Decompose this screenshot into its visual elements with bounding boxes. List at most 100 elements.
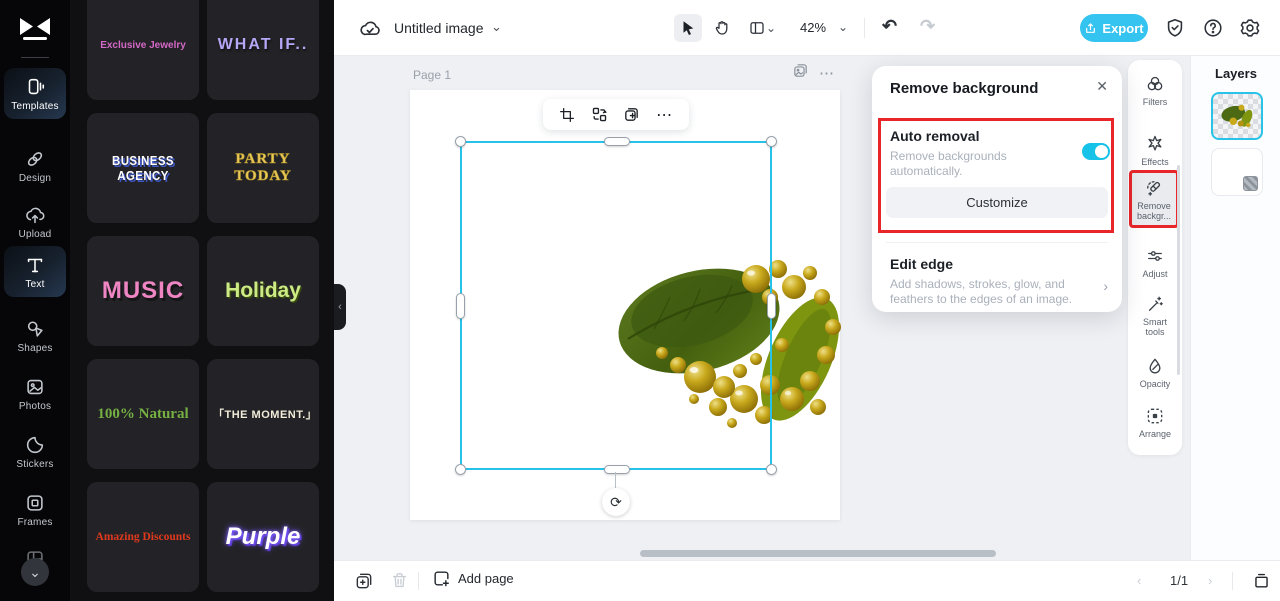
sidebar-item-label: Templates xyxy=(11,101,59,112)
layer-thumbnail-background[interactable] xyxy=(1211,148,1263,196)
template-card[interactable]: Holiday xyxy=(207,236,319,346)
sidebar-expand-button[interactable]: ⌄ xyxy=(21,558,49,586)
chevron-down-icon: ⌄ xyxy=(765,21,777,35)
chevron-down-icon[interactable]: ⌄ xyxy=(838,20,848,34)
chevron-down-icon[interactable]: ⌄ xyxy=(491,19,502,35)
canvas-size-button[interactable]: ⌄ xyxy=(744,14,780,42)
toolbar-item-filters[interactable]: Filters xyxy=(1131,70,1179,111)
template-text: Amazing Discounts xyxy=(95,531,191,543)
toolbar-item-label: Opacity xyxy=(1139,379,1171,389)
toolbar-item-effects[interactable]: Effects xyxy=(1131,130,1179,171)
divider xyxy=(886,242,1108,243)
document-title[interactable]: Untitled image xyxy=(394,20,484,36)
sidebar-item-stickers[interactable]: Stickers xyxy=(4,426,66,477)
replace-button[interactable] xyxy=(591,106,608,123)
template-card[interactable]: 「THE MOMENT.」 xyxy=(207,359,319,469)
sidebar-item-photos[interactable]: Photos xyxy=(4,368,66,419)
toolbar-item-arrange[interactable]: Arrange xyxy=(1131,402,1179,443)
select-tool-button[interactable] xyxy=(674,14,702,42)
shield-check-icon[interactable] xyxy=(1164,17,1188,41)
delete-page-button[interactable] xyxy=(390,571,410,591)
customize-button[interactable]: Customize xyxy=(886,187,1108,218)
left-sidebar: Templates Design Upload Text Shapes Phot… xyxy=(0,0,70,601)
auto-removal-description: Remove backgrounds automatically. xyxy=(890,149,1007,178)
topbar: Untitled image ⌄ ⌄ 42% ⌄ ↶ ↷ Export xyxy=(334,0,1280,56)
rotate-icon: ⟳ xyxy=(610,493,622,510)
help-icon[interactable] xyxy=(1202,17,1226,41)
sidebar-item-label: Frames xyxy=(17,517,53,528)
rotate-handle[interactable]: ⟳ xyxy=(602,488,630,516)
sidebar-item-text[interactable]: Text xyxy=(4,246,66,297)
toolbar-item-smart-tools[interactable]: Smart tools xyxy=(1131,290,1179,341)
export-button[interactable]: Export xyxy=(1080,14,1148,42)
divider xyxy=(21,57,49,58)
close-icon[interactable]: ✕ xyxy=(1096,78,1108,95)
page-indicator: 1/1 xyxy=(1170,573,1189,588)
duplicate-button[interactable] xyxy=(623,106,640,123)
template-grid: Exclusive Jewelry WHAT IF.. BUSINESS AGE… xyxy=(87,0,319,601)
resize-handle-bottom-right[interactable] xyxy=(766,464,777,475)
copy-page-icon[interactable] xyxy=(792,62,809,84)
auto-removal-toggle[interactable] xyxy=(1082,143,1110,160)
template-card[interactable]: Purple xyxy=(207,482,319,592)
text-templates-panel[interactable]: Exclusive Jewelry WHAT IF.. BUSINESS AGE… xyxy=(70,0,334,601)
resize-handle-top-right[interactable] xyxy=(766,136,777,147)
horizontal-scrollbar[interactable] xyxy=(640,550,996,557)
sidebar-item-frames[interactable]: Frames xyxy=(4,484,66,535)
capcut-logo-icon[interactable] xyxy=(17,12,53,46)
sidebar-item-templates[interactable]: Templates xyxy=(4,68,66,119)
settings-icon[interactable] xyxy=(1239,17,1263,41)
resize-handle-right[interactable] xyxy=(767,293,776,319)
app-window: Templates Design Upload Text Shapes Phot… xyxy=(0,0,1280,601)
hand-tool-button[interactable] xyxy=(708,14,736,42)
resize-handle-bottom[interactable] xyxy=(604,465,630,474)
template-card[interactable]: BUSINESS AGENCY xyxy=(87,113,199,223)
toolbar-item-remove-background[interactable]: Remove backgr... xyxy=(1129,170,1179,228)
more-options-button[interactable]: ⋯ xyxy=(656,105,673,125)
layers-panel: Layers xyxy=(1190,56,1280,560)
resize-handle-left[interactable] xyxy=(456,293,465,319)
add-page-label: Add page xyxy=(458,571,514,586)
toolbar-item-opacity[interactable]: Opacity xyxy=(1131,352,1179,393)
template-card[interactable]: Amazing Discounts xyxy=(87,482,199,592)
resize-handle-top[interactable] xyxy=(604,137,630,146)
undo-button[interactable]: ↶ xyxy=(882,16,897,37)
resize-handle-bottom-left[interactable] xyxy=(455,464,466,475)
template-card[interactable]: Exclusive Jewelry xyxy=(87,0,199,100)
previous-page-button[interactable]: ‹ xyxy=(1137,573,1141,588)
next-page-button[interactable]: › xyxy=(1208,573,1212,588)
toolbar-scrollbar[interactable] xyxy=(1177,165,1180,375)
selection-box[interactable] xyxy=(455,136,777,475)
chevron-down-icon: ⌄ xyxy=(29,564,41,580)
add-page-button[interactable]: Add page xyxy=(432,569,514,588)
layer-thumbnail-image[interactable] xyxy=(1211,92,1263,140)
template-card[interactable]: MUSIC xyxy=(87,236,199,346)
panel-collapse-button[interactable]: ‹ xyxy=(334,284,346,330)
chevron-right-icon[interactable]: › xyxy=(1103,278,1108,294)
edit-edge-title[interactable]: Edit edge xyxy=(890,256,953,272)
duplicate-page-button[interactable] xyxy=(354,571,374,591)
sidebar-item-shapes[interactable]: Shapes xyxy=(4,310,66,361)
cloud-save-icon[interactable] xyxy=(358,17,382,41)
resize-handle-top-left[interactable] xyxy=(455,136,466,147)
template-card[interactable]: 100% Natural xyxy=(87,359,199,469)
redo-button[interactable]: ↷ xyxy=(920,16,935,37)
export-label: Export xyxy=(1102,20,1144,36)
zoom-level[interactable]: 42% xyxy=(800,20,826,35)
layers-title: Layers xyxy=(1215,66,1257,81)
toolbar-item-adjust[interactable]: Adjust xyxy=(1131,242,1179,283)
template-text: BUSINESS AGENCY xyxy=(111,153,175,183)
page-more-icon[interactable]: ⋯ xyxy=(819,64,835,82)
template-text: PARTY TODAY xyxy=(234,151,292,185)
panel-title: Remove background xyxy=(890,80,1039,97)
present-button[interactable] xyxy=(1252,571,1272,591)
crop-button[interactable] xyxy=(559,107,575,123)
divider xyxy=(1232,572,1233,590)
sidebar-item-upload[interactable]: Upload xyxy=(4,196,66,247)
template-card[interactable]: WHAT IF.. xyxy=(207,0,319,100)
toggle-knob xyxy=(1095,145,1108,158)
template-card[interactable]: PARTY TODAY xyxy=(207,113,319,223)
template-text: MUSIC xyxy=(101,277,185,304)
template-text: Exclusive Jewelry xyxy=(100,39,186,51)
sidebar-item-design[interactable]: Design xyxy=(4,140,66,191)
